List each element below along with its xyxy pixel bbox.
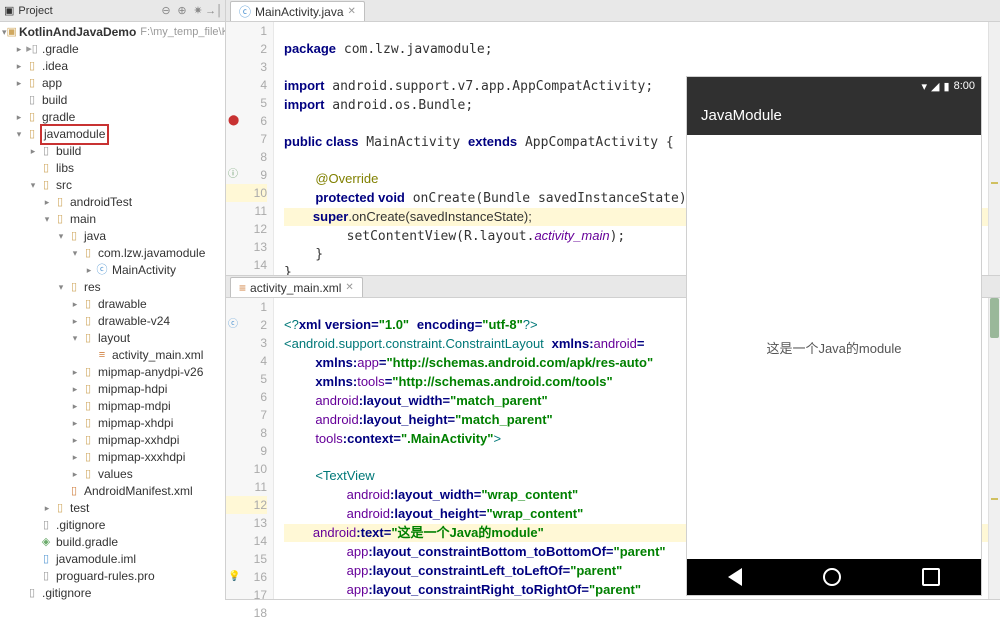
tree-item[interactable]: ▸▯drawable-v24 (0, 313, 225, 330)
tree-item[interactable]: ▸▯values (0, 466, 225, 483)
tree-item[interactable]: ▾▯res (0, 279, 225, 296)
tree-item[interactable]: ▸▯mipmap-mdpi (0, 398, 225, 415)
tree-item[interactable]: ▯.gitignore (0, 517, 225, 534)
phone-time: 8:00 (954, 80, 975, 92)
scrollbar[interactable] (988, 298, 1000, 599)
signal-icon: ◢ (931, 80, 939, 93)
tab-label: activity_main.xml (250, 281, 341, 295)
tree-item[interactable]: ▯javamodule.iml (0, 551, 225, 568)
expand-icon[interactable]: ⊕ (175, 4, 189, 18)
scrollbar[interactable] (988, 22, 1000, 275)
tree-item[interactable]: ▾▯main (0, 211, 225, 228)
java-file-icon: ⓒ (239, 3, 251, 20)
battery-icon: ▮ (944, 80, 950, 93)
tab-activity-main-xml[interactable]: ≡ activity_main.xml ✕ (230, 277, 363, 297)
tree-item[interactable]: ▾▯java (0, 228, 225, 245)
tree-item[interactable]: ▸▯mipmap-anydpi-v26 (0, 364, 225, 381)
tab-mainactivity[interactable]: ⓒ MainActivity.java ✕ (230, 1, 365, 21)
tree-item[interactable]: ▯proguard-rules.pro (0, 568, 225, 585)
close-icon[interactable]: ✕ (348, 6, 356, 17)
tree-item[interactable]: ▸▯mipmap-xxhdpi (0, 432, 225, 449)
phone-body-text: 这是一个Java的module (766, 338, 901, 357)
emulator-preview: ▾ ◢ ▮ 8:00 JavaModule 这是一个Java的module (686, 76, 982, 596)
tree-item[interactable]: ▸▯.idea (0, 58, 225, 75)
tree-item[interactable]: ▸▯test (0, 500, 225, 517)
xml-file-icon: ≡ (239, 281, 246, 295)
project-icon: ▣ (4, 4, 14, 17)
tree-item[interactable]: ▸▯app (0, 75, 225, 92)
project-panel: ▣ Project ⊖ ⊕ ✷ →│ ▾▣KotlinAndJavaDemoF:… (0, 0, 226, 600)
tree-item[interactable]: ▸▯build (0, 143, 225, 160)
nav-recent-icon[interactable] (922, 568, 940, 586)
tree-item-mainactivity[interactable]: ▸ⓒMainActivity (0, 262, 225, 279)
tree-item[interactable]: ▾▯layout (0, 330, 225, 347)
phone-body: 这是一个Java的module (687, 135, 981, 559)
editor-tabbar-top: ⓒ MainActivity.java ✕ (226, 0, 1000, 22)
tree-item[interactable]: ▸▯drawable (0, 296, 225, 313)
nav-back-icon[interactable] (728, 568, 742, 586)
close-icon[interactable]: ✕ (345, 282, 353, 293)
nav-home-icon[interactable] (823, 568, 841, 586)
tree-item[interactable]: ▸▸▯.gradle (0, 41, 225, 58)
tree-item[interactable]: ▸▯androidTest (0, 194, 225, 211)
gutter: 12345⬤678ⓘ91011121314 (226, 22, 274, 275)
tree-item[interactable]: ▯.gitignore (0, 585, 225, 600)
tree-item[interactable]: ◈build.gradle (0, 534, 225, 551)
phone-appbar: JavaModule (687, 95, 981, 135)
tree-item[interactable]: ▯AndroidManifest.xml (0, 483, 225, 500)
tab-label: MainActivity.java (255, 5, 343, 19)
phone-navbar (687, 559, 981, 595)
phone-statusbar: ▾ ◢ ▮ 8:00 (687, 77, 981, 95)
project-panel-title: Project (18, 5, 52, 17)
tree-item[interactable]: ▯libs (0, 160, 225, 177)
tree-item[interactable]: ▸▯mipmap-xhdpi (0, 415, 225, 432)
tree-item[interactable]: ▸▯mipmap-hdpi (0, 381, 225, 398)
tree-item-javamodule[interactable]: ▾▯javamodule (0, 126, 225, 143)
project-panel-header: ▣ Project ⊖ ⊕ ✷ →│ (0, 0, 225, 22)
tree-item[interactable]: ▯build (0, 92, 225, 109)
tree-item[interactable]: ▸▯mipmap-xxxhdpi (0, 449, 225, 466)
tree-root[interactable]: ▾▣KotlinAndJavaDemoF:\my_temp_file\Kotli… (0, 24, 225, 41)
collapse-icon[interactable]: ⊖ (159, 4, 173, 18)
phone-app-title: JavaModule (701, 107, 782, 124)
hide-icon[interactable]: →│ (207, 4, 221, 18)
project-tree[interactable]: ▾▣KotlinAndJavaDemoF:\my_temp_file\Kotli… (0, 22, 225, 600)
tree-item[interactable]: ▾▯com.lzw.javamodule (0, 245, 225, 262)
tree-item[interactable]: ▸▯gradle (0, 109, 225, 126)
gear-icon[interactable]: ✷ (191, 4, 205, 18)
tree-item-activity-main-xml[interactable]: ≡activity_main.xml (0, 347, 225, 364)
gutter: 1ⓒ23456789101112131415💡161718 (226, 298, 274, 599)
tree-item[interactable]: ▾▯src (0, 177, 225, 194)
wifi-icon: ▾ (922, 80, 928, 93)
